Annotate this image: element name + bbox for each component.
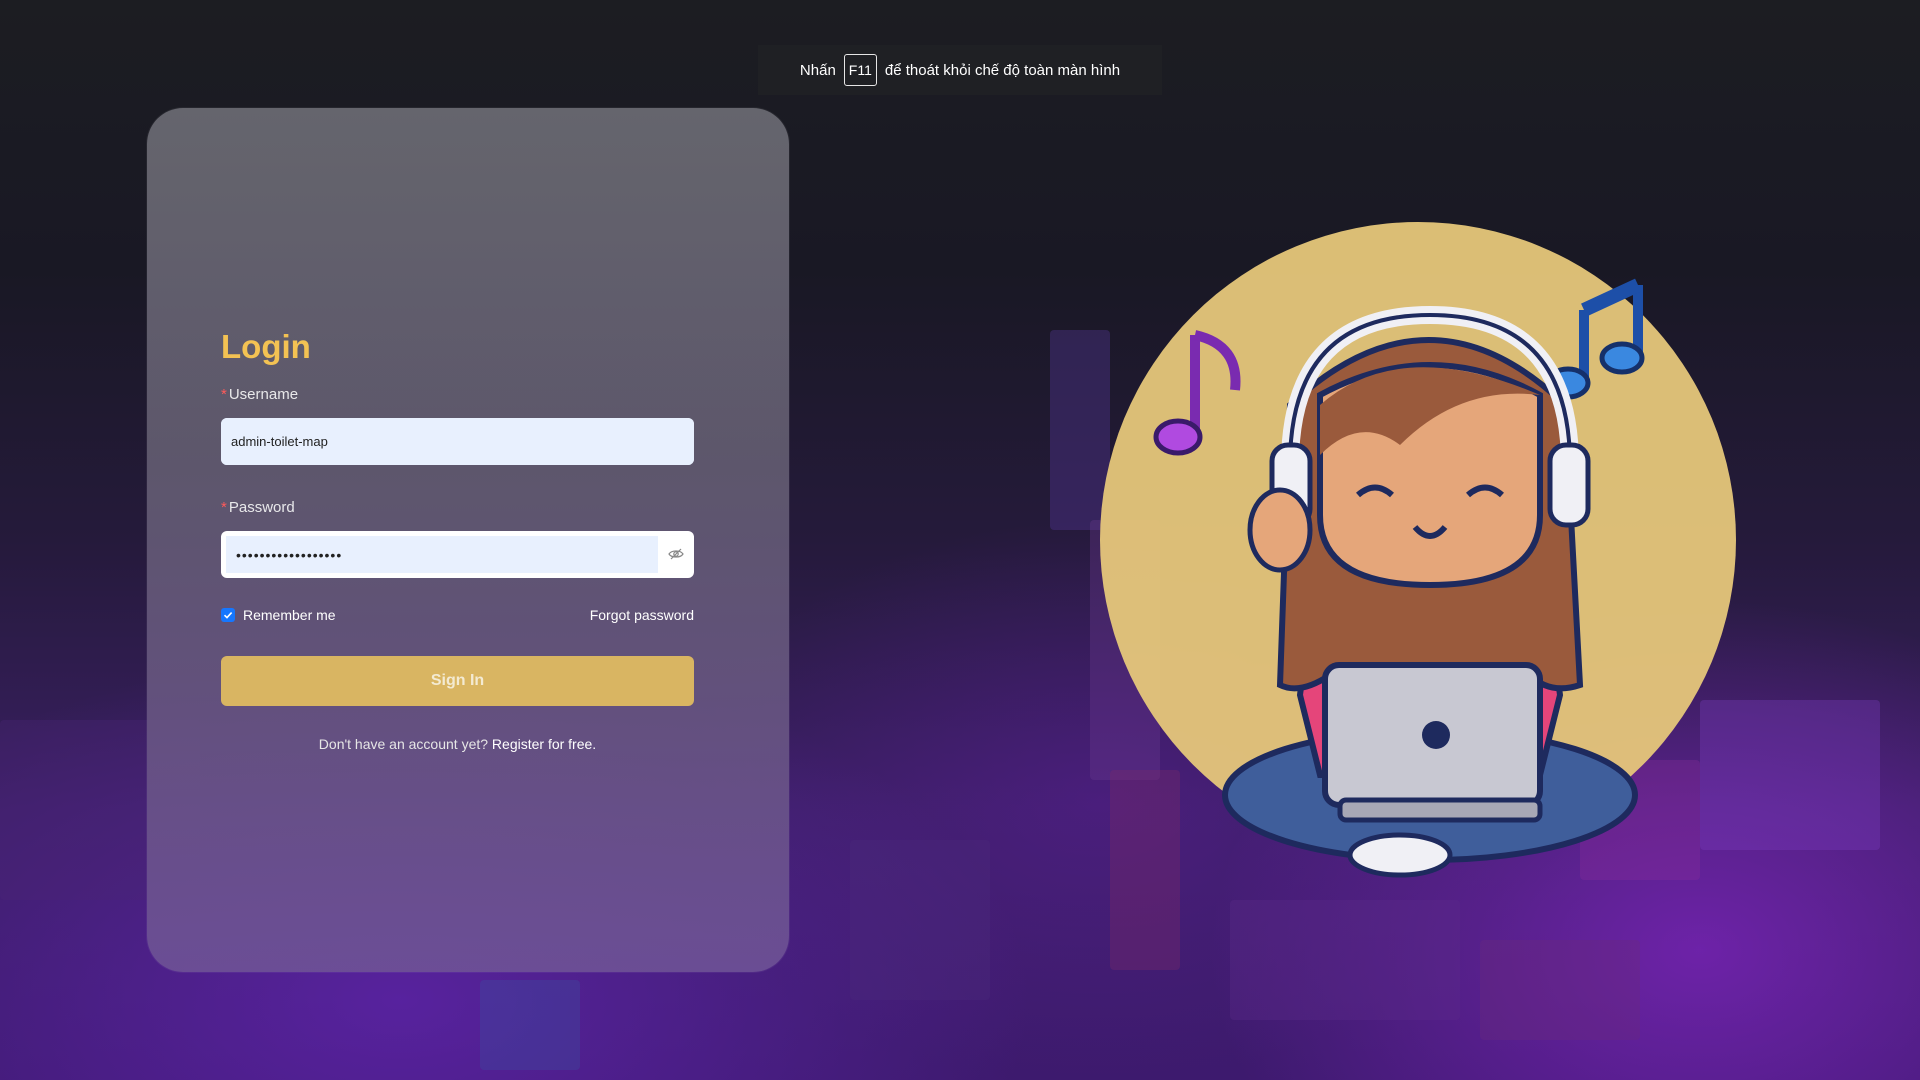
required-marker: * [221,499,227,516]
login-form: Login *Username *Password [221,322,694,752]
register-row: Don't have an account yet? Register for … [221,736,694,752]
username-input[interactable] [221,418,694,465]
eye-invisible-icon[interactable] [668,546,684,562]
girl-with-headphones-illustration [1100,215,1750,895]
username-label-text: Username [228,386,299,403]
fullscreen-hint-prefix: Nhấn [799,61,836,79]
fullscreen-hint-banner: Nhấn F11 để thoát khỏi chế độ toàn màn h… [758,45,1162,95]
username-field-wrapper [221,418,694,465]
login-title: Login [221,328,311,365]
remember-me-label: Remember me [243,607,336,623]
required-marker: * [221,386,227,403]
forgot-password-link[interactable]: Forgot password [590,607,694,623]
sign-in-button[interactable]: Sign In [221,656,694,706]
login-card: Login *Username *Password [147,108,789,972]
password-input[interactable] [226,536,658,573]
login-options-row: Remember me Forgot password [221,604,694,626]
remember-me-checkbox[interactable]: Remember me [221,607,336,623]
f11-key-badge: F11 [843,54,877,86]
register-link[interactable]: Register for free. [492,736,596,752]
password-label-text: Password [228,499,295,516]
fullscreen-hint-suffix: để thoát khỏi chế độ toàn màn hình [884,61,1121,79]
password-field-wrapper [221,531,694,578]
checkbox-checked-icon[interactable] [221,608,235,622]
username-label: * Username [221,384,694,406]
register-prompt: Don't have an account yet? [318,736,489,752]
password-label: * Password [221,497,694,519]
